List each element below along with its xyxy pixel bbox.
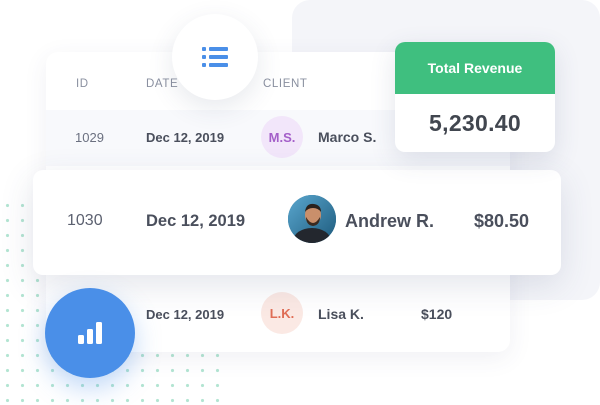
- table-row-highlighted[interactable]: 1030 Dec 12, 2019 Andrew R. $80.50: [33, 170, 561, 275]
- column-header-id[interactable]: ID: [76, 78, 89, 90]
- client-name: Andrew R.: [345, 211, 435, 231]
- total-revenue-value: 5,230.40: [429, 109, 521, 136]
- avatar: [288, 195, 336, 243]
- client-initials-badge: M.S.: [261, 116, 303, 158]
- list-view-button[interactable]: [172, 14, 258, 100]
- list-icon: [202, 47, 228, 67]
- total-revenue-card: Total Revenue 5,230.40: [395, 42, 555, 152]
- client-name: Marco S.: [318, 129, 377, 145]
- avatar-photo: [288, 195, 336, 243]
- analytics-button[interactable]: [45, 288, 135, 378]
- row-id: 1030: [67, 212, 103, 229]
- row-date: Dec 12, 2019: [146, 307, 225, 322]
- bar-chart-icon: [78, 322, 102, 344]
- column-header-date[interactable]: DATE: [146, 78, 178, 90]
- client-initials-badge: L.K.: [261, 292, 303, 334]
- row-amount: $80.50: [474, 211, 530, 231]
- column-header-client[interactable]: CLIENT: [263, 78, 308, 90]
- row-amount: $120: [421, 306, 453, 322]
- row-date: Dec 12, 2019: [146, 212, 246, 230]
- row-date: Dec 12, 2019: [146, 130, 225, 145]
- row-id: 1029: [75, 130, 104, 145]
- total-revenue-label: Total Revenue: [395, 42, 555, 94]
- dashboard-illustration: ID DATE CLIENT 1029 Dec 12, 2019 M.S. Ma…: [0, 0, 600, 405]
- client-name: Lisa K.: [318, 306, 364, 322]
